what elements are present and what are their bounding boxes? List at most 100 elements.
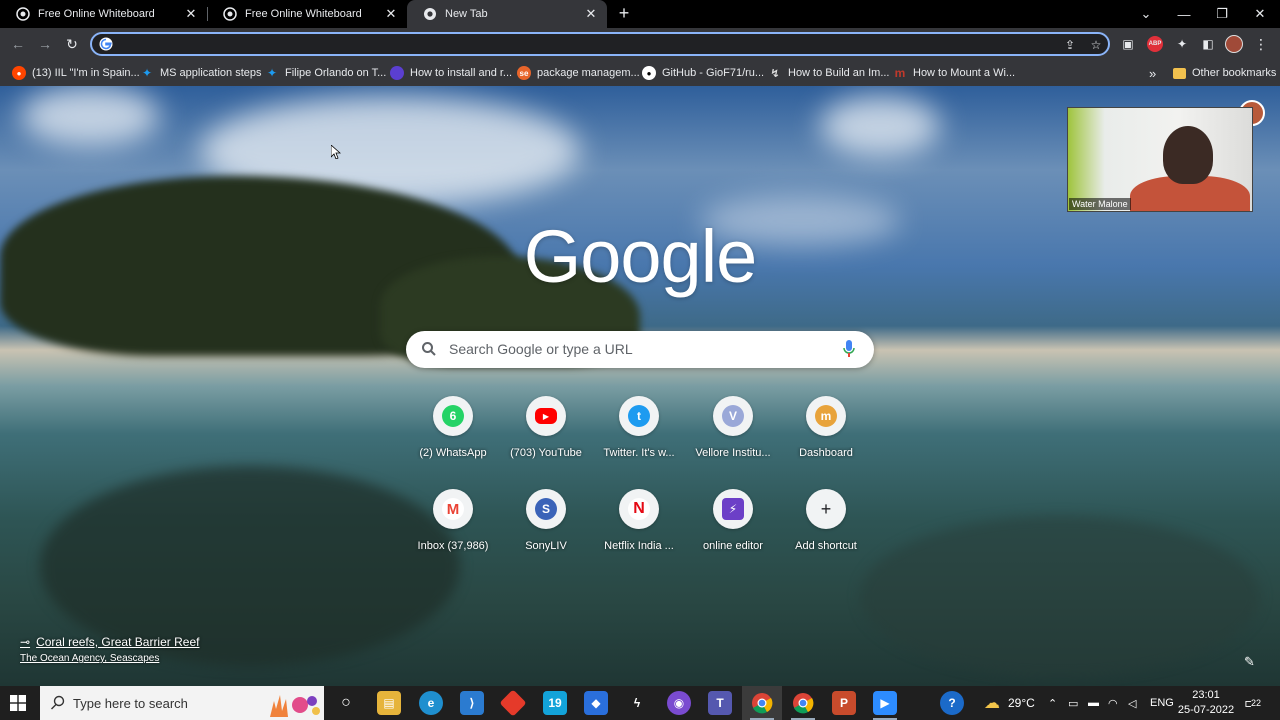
- bookmark-label: (13) IIL "I'm in Spain...: [32, 67, 140, 79]
- google-g-icon: [99, 37, 113, 51]
- shortcut-whatsapp[interactable]: 6 (2) WhatsApp: [407, 396, 499, 459]
- background-reef: [860, 516, 1260, 676]
- side-panel-icon[interactable]: ◧: [1199, 35, 1217, 53]
- reddit-icon: ●: [12, 66, 26, 80]
- shortcut-online-editor[interactable]: ⚡ online editor: [687, 489, 779, 552]
- shortcut-label: Vellore Institu...: [695, 447, 771, 459]
- adblock-icon[interactable]: ABP: [1146, 35, 1164, 53]
- minimize-icon[interactable]: —: [1166, 0, 1202, 28]
- netflix-icon: N: [628, 498, 650, 520]
- close-icon[interactable]: ✕: [183, 6, 199, 22]
- attribution-subtitle[interactable]: The Ocean Agency, Seascapes: [20, 653, 199, 664]
- shortcut-label: (2) WhatsApp: [419, 447, 487, 459]
- video-call-window[interactable]: Water Malone: [1067, 107, 1253, 212]
- time: 23:01: [1192, 689, 1220, 701]
- search-box[interactable]: Search Google or type a URL: [406, 331, 874, 368]
- reload-icon[interactable]: ↻: [61, 33, 83, 55]
- stackexchange-icon: se: [517, 66, 531, 80]
- lightning-app-icon[interactable]: ϟ: [625, 691, 649, 715]
- edge-icon[interactable]: e: [419, 691, 443, 715]
- menu-icon[interactable]: ⋮: [1252, 35, 1270, 53]
- bookmark-item[interactable]: ● (13) IIL "I'm in Spain...: [12, 64, 140, 82]
- attribution-link[interactable]: ⊸ Coral reefs, Great Barrier Reef: [20, 635, 199, 649]
- date: 25-07-2022: [1177, 704, 1235, 716]
- link-icon: ⊸: [20, 635, 31, 649]
- windows-start-icon[interactable]: [10, 695, 26, 711]
- show-hidden-icons[interactable]: ⌃: [1048, 686, 1057, 720]
- chrome-icon: [424, 8, 436, 20]
- whiteboard-icon: [223, 7, 237, 21]
- add-shortcut-button[interactable]: + Add shortcut: [780, 489, 872, 552]
- calendar-app-icon[interactable]: 19: [543, 691, 567, 715]
- task-view-icon[interactable]: ○: [334, 691, 358, 715]
- close-icon[interactable]: ✕: [383, 6, 399, 22]
- address-bar[interactable]: ⇪ ☆: [90, 32, 1110, 56]
- bookmark-item[interactable]: m How to Mount a Wi...: [893, 64, 1015, 82]
- other-bookmarks[interactable]: Other bookmarks: [1173, 64, 1276, 82]
- windows-taskbar: Type here to search ○ ▤ e ⟩ 19 ◆ ϟ ◉ T P…: [0, 686, 1280, 720]
- temperature: 29°C: [1008, 696, 1035, 710]
- taskbar-search-placeholder: Type here to search: [73, 696, 188, 711]
- file-explorer-icon[interactable]: ▤: [377, 691, 401, 715]
- app-icon[interactable]: ◉: [667, 691, 691, 715]
- language-indicator[interactable]: ENG: [1150, 686, 1174, 720]
- microphone-icon[interactable]: [843, 340, 855, 358]
- teams-icon[interactable]: T: [708, 691, 732, 715]
- bookmark-item[interactable]: How to install and r...: [390, 64, 512, 82]
- avatar[interactable]: [1225, 35, 1243, 53]
- tab-new-tab[interactable]: New Tab ✕: [407, 0, 607, 28]
- shortcut-netflix[interactable]: N Netflix India ...: [593, 489, 685, 552]
- powerpoint-icon[interactable]: P: [832, 691, 856, 715]
- shortcut-sonyliv[interactable]: S SonyLIV: [500, 489, 592, 552]
- bookmark-item[interactable]: ● GitHub - GioF71/ru...: [642, 64, 764, 82]
- git-icon[interactable]: [499, 689, 527, 717]
- shortcut-label: Add shortcut: [795, 540, 857, 552]
- help-icon[interactable]: ?: [940, 691, 964, 715]
- zoom-icon[interactable]: ▶: [873, 691, 897, 715]
- vscode-icon[interactable]: ⟩: [460, 691, 484, 715]
- bookmark-item[interactable]: ✦ MS application steps: [140, 64, 262, 82]
- youtube-icon: ▶: [535, 408, 557, 424]
- close-icon[interactable]: ✕: [583, 6, 599, 22]
- tab-whiteboard-2[interactable]: Free Online Whiteboard ✕: [207, 0, 407, 28]
- weather-widget[interactable]: ☁ 29°C: [984, 686, 1035, 720]
- bookmark-label: How to Mount a Wi...: [913, 67, 1016, 79]
- volume-icon[interactable]: ◁: [1128, 686, 1136, 720]
- puzzle-icon[interactable]: ✦: [1173, 35, 1191, 53]
- star-icon[interactable]: ☆: [1088, 37, 1104, 53]
- shortcut-youtube[interactable]: ▶ (703) YouTube: [500, 396, 592, 459]
- restore-icon[interactable]: ❐: [1204, 0, 1240, 28]
- bookmark-item[interactable]: ↯ How to Build an Im...: [768, 64, 889, 82]
- bookmark-item[interactable]: ✦ Filipe Orlando on T...: [265, 64, 386, 82]
- tab-whiteboard-1[interactable]: Free Online Whiteboard ✕: [0, 0, 207, 28]
- shortcut-dashboard[interactable]: m Dashboard: [780, 396, 872, 459]
- battery-icon[interactable]: ▬: [1088, 686, 1099, 720]
- bookmark-item[interactable]: se package managem...: [517, 64, 640, 82]
- customize-pencil-icon[interactable]: ✎: [1244, 654, 1260, 670]
- taskbar-search[interactable]: Type here to search: [40, 686, 324, 720]
- share-icon[interactable]: ⇪: [1062, 37, 1078, 53]
- clock[interactable]: 23:01 25-07-2022: [1176, 688, 1236, 718]
- plus-icon[interactable]: +: [614, 3, 634, 23]
- background-attribution: ⊸ Coral reefs, Great Barrier Reef The Oc…: [20, 635, 199, 664]
- forward-icon[interactable]: →: [34, 33, 56, 55]
- extension-icon[interactable]: ▣: [1119, 35, 1137, 53]
- meet-now-icon[interactable]: ▭: [1068, 686, 1078, 720]
- chrome-icon[interactable]: [750, 691, 774, 715]
- online-editor-icon: ⚡: [722, 498, 744, 520]
- shortcut-gmail[interactable]: M Inbox (37,986): [407, 489, 499, 552]
- shortcut-twitter[interactable]: t Twitter. It's w...: [593, 396, 685, 459]
- chrome-icon[interactable]: [791, 691, 815, 715]
- shortcut-vellore[interactable]: V Vellore Institu...: [687, 396, 779, 459]
- new-tab-page: Google Search Google or type a URL 6 (2)…: [0, 86, 1280, 686]
- tab-search-icon[interactable]: ⌄: [1128, 0, 1164, 28]
- close-window-icon[interactable]: ✕: [1242, 0, 1278, 28]
- back-icon[interactable]: ←: [7, 33, 29, 55]
- wifi-icon[interactable]: ◠: [1108, 686, 1118, 720]
- notifications-icon[interactable]: ▭22: [1244, 686, 1262, 720]
- address-input[interactable]: [120, 36, 1060, 52]
- bookmarks-overflow-button[interactable]: »: [1149, 64, 1156, 82]
- dashboard-icon: m: [815, 405, 837, 427]
- dropbox-icon[interactable]: ◆: [584, 691, 608, 715]
- tab-strip: Free Online Whiteboard ✕ Free Online Whi…: [0, 0, 1280, 28]
